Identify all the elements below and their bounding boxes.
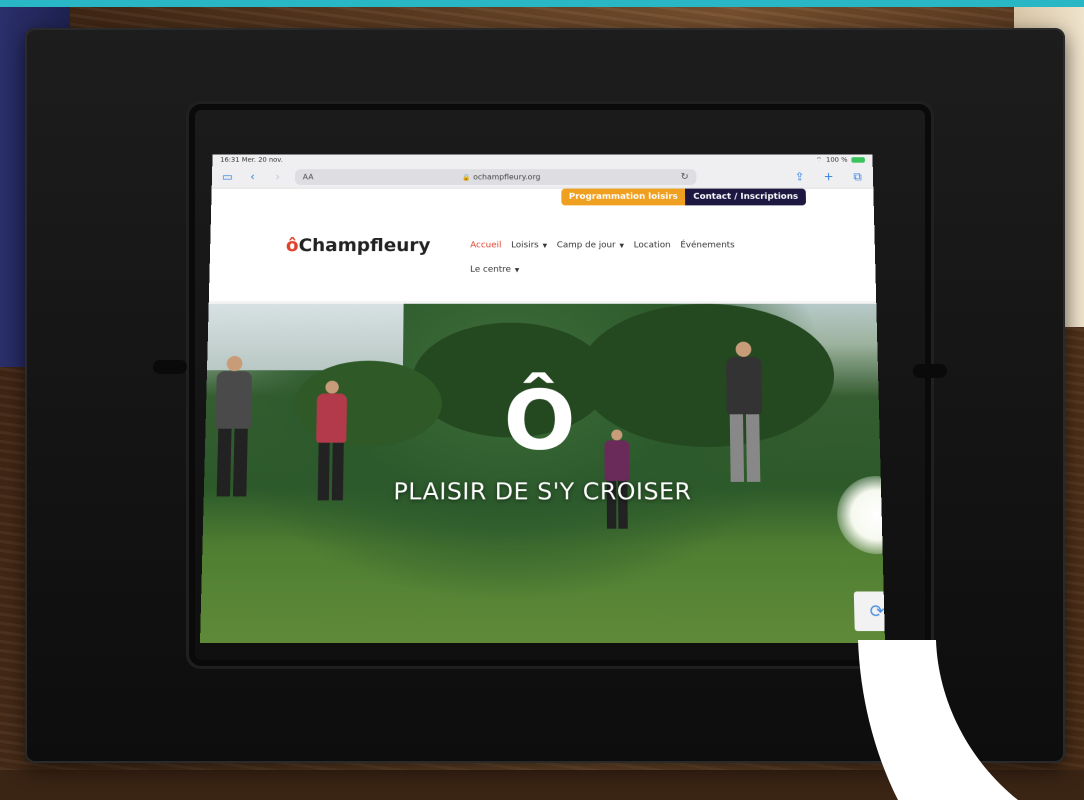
enclosure-notch-right: [913, 364, 947, 378]
status-time-date: 16:31 Mer. 20 nov.: [220, 156, 283, 163]
programmation-loisirs-button[interactable]: Programmation loisirs: [561, 188, 686, 206]
site-logo[interactable]: ôChampfleury: [286, 235, 431, 256]
nav-item-accueil[interactable]: Accueil: [470, 241, 501, 250]
browser-toolbar: ▭ ‹ › AA 🔒 ochampfleury.org ↻ ⇪ + ⧉: [211, 165, 874, 189]
hero-banner: Ô PLAISIR DE S'Y CROISER ⟳: [200, 303, 885, 643]
status-time: 16:31: [220, 156, 240, 164]
hero-person: [725, 341, 764, 482]
text-size-button[interactable]: AA: [303, 172, 322, 180]
hero-tree: [579, 303, 836, 448]
forward-icon[interactable]: ›: [270, 170, 286, 183]
logo-mark: ô: [285, 235, 299, 256]
chevron-down-icon: ▼: [514, 267, 520, 274]
back-icon[interactable]: ‹: [245, 170, 261, 183]
chevron-down-icon: ▼: [542, 242, 548, 250]
share-icon[interactable]: ⇪: [792, 170, 808, 184]
sidebar-icon[interactable]: ▭: [220, 170, 236, 183]
nav-item-le-centre[interactable]: Le centre ▼: [470, 265, 519, 274]
nav-item-location[interactable]: Location: [634, 241, 671, 250]
decorative-arc-shape: [858, 640, 1018, 800]
reload-icon[interactable]: ↻: [681, 171, 689, 181]
address-bar[interactable]: AA 🔒 ochampfleury.org ↻: [294, 168, 697, 185]
url-text: ochampfleury.org: [473, 172, 541, 181]
white-arc-path: [858, 640, 1018, 800]
wifi-icon: ⌔: [815, 155, 823, 164]
chevron-down-icon: ▼: [619, 242, 625, 250]
nav-item-camp-de-jour-label: Camp de jour: [556, 240, 616, 251]
tablet-screen: 16:31 Mer. 20 nov. ⌔ 100 % ▭ ‹ › AA 🔒 oc…: [200, 154, 885, 643]
battery-percent: 100 %: [825, 156, 848, 164]
tabs-icon[interactable]: ⧉: [850, 170, 866, 184]
nav-item-camp-de-jour[interactable]: Camp de jour ▼: [557, 241, 624, 250]
nav-item-loisirs[interactable]: Loisirs ▼: [511, 241, 547, 250]
top-action-buttons: Programmation loisirs Contact / Inscript…: [561, 188, 807, 206]
lock-icon: 🔒: [462, 173, 471, 181]
site-header: Programmation loisirs Contact / Inscript…: [208, 188, 877, 301]
url-display[interactable]: 🔒 ochampfleury.org: [328, 172, 675, 180]
status-bar: 16:31 Mer. 20 nov. ⌔ 100 %: [212, 154, 873, 166]
logo-name: Champfleury: [298, 235, 431, 256]
status-date: Mer. 20 nov.: [241, 156, 283, 164]
battery-icon: [851, 157, 865, 163]
nav-item-evenements[interactable]: Événements: [680, 241, 734, 250]
hero-tagline: PLAISIR DE S'Y CROISER: [393, 477, 692, 506]
new-tab-icon[interactable]: +: [821, 170, 837, 184]
recaptcha-icon[interactable]: ⟳: [853, 591, 885, 632]
main-nav: Accueil Loisirs ▼ Camp de jour ▼ Location …: [470, 241, 735, 250]
hero-person: [214, 355, 253, 497]
hero-logo-mark: Ô: [503, 373, 576, 470]
contact-inscriptions-button[interactable]: Contact / Inscriptions: [685, 188, 807, 206]
nav-item-le-centre-label: Le centre: [470, 265, 511, 275]
top-accent-bar: [0, 0, 1084, 7]
enclosure-notch-left: [153, 360, 187, 374]
nav-item-loisirs-label: Loisirs: [511, 240, 539, 251]
